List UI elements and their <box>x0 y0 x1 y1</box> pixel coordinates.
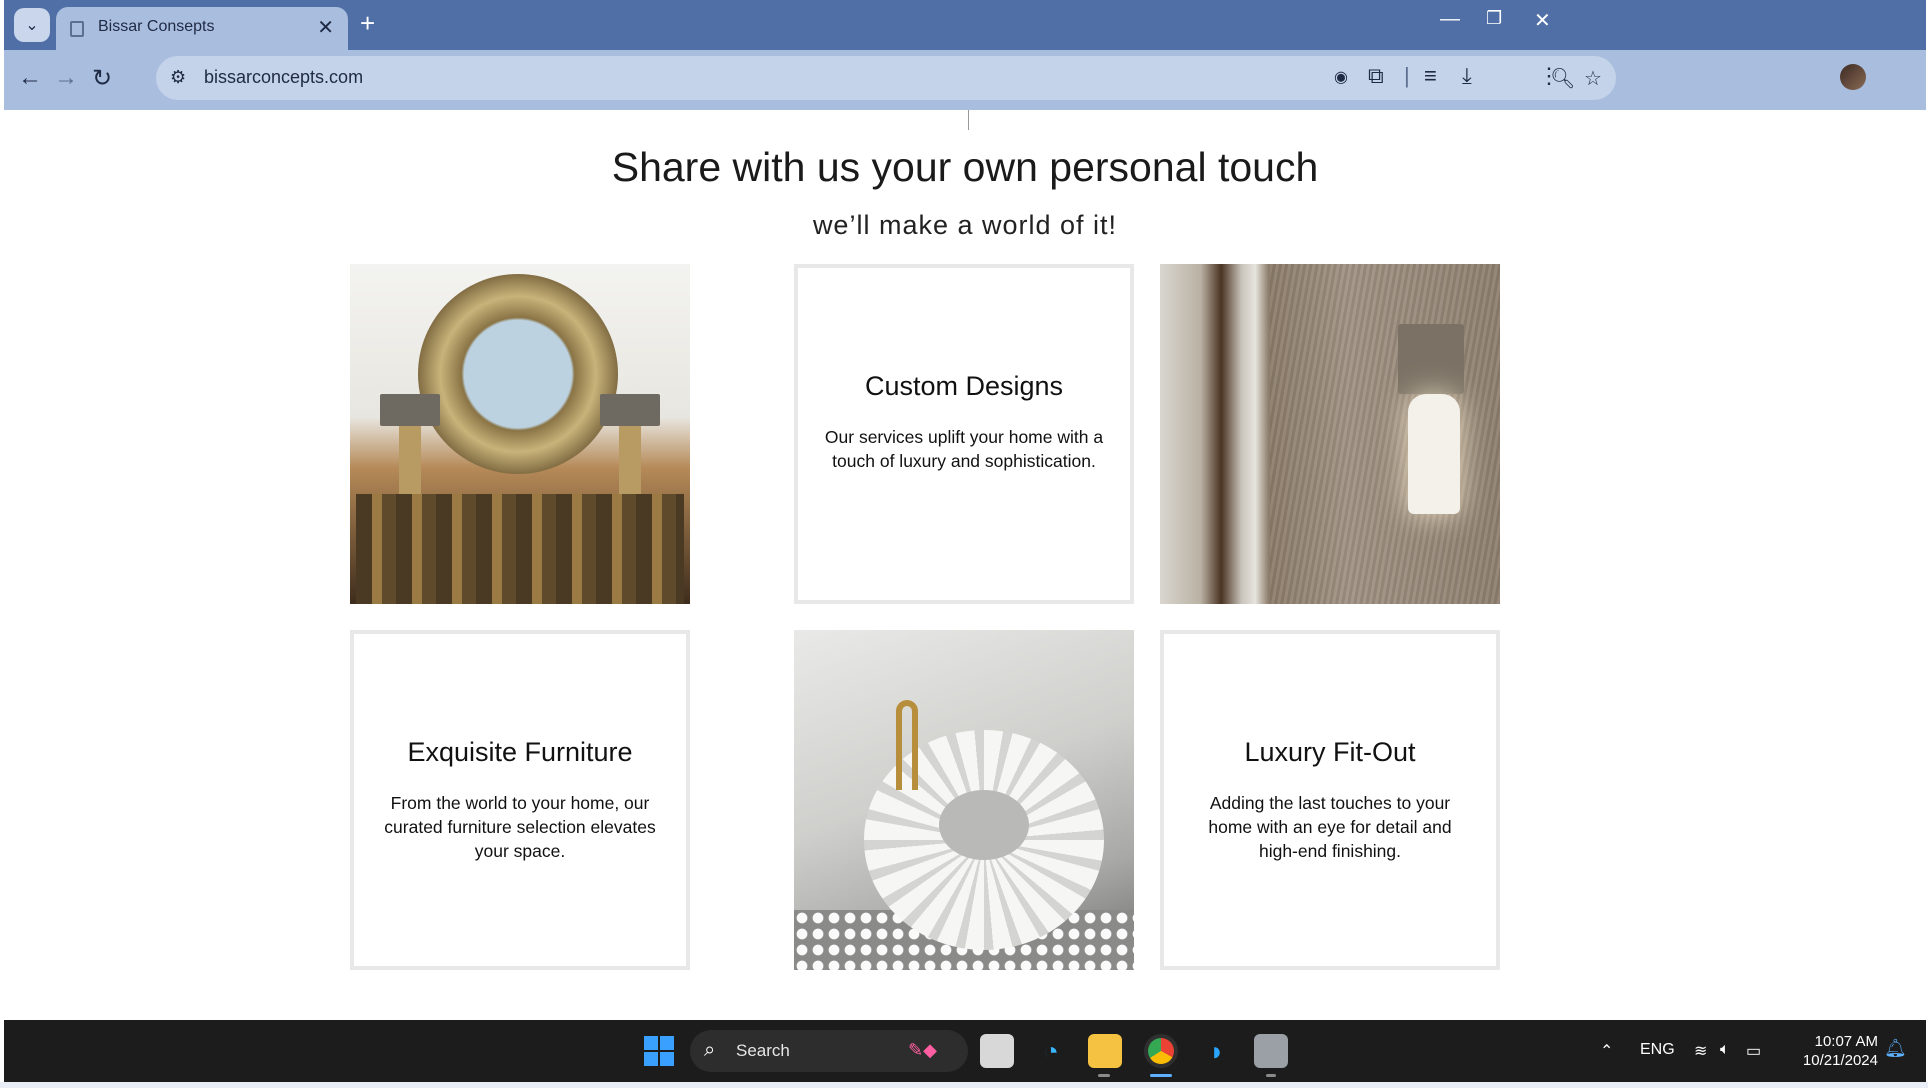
wifi-icon[interactable]: ≋ <box>1694 1041 1707 1061</box>
battery-icon[interactable]: ▭ <box>1746 1041 1761 1061</box>
remote-desktop-running-indicator <box>1266 1074 1276 1077</box>
tab-strip: ⌄ Bissar Consepts ✕ + — ❐ ✕ <box>4 0 1926 50</box>
browser-toolbar: ← → ↻ ⚙ bissarconcepts.com 🔍︎ ☆ ◉ ⧉ | ≡ … <box>4 50 1926 110</box>
card-luxury-fit-out: Luxury Fit-Out Adding the last touches t… <box>1160 630 1500 970</box>
chrome-active-indicator <box>1150 1074 1172 1077</box>
back-icon[interactable]: ← <box>18 64 42 92</box>
mirror-console-photo <box>350 264 690 604</box>
card-custom-designs: Custom Designs Our services uplift your … <box>794 264 1134 604</box>
mirror-shape <box>418 274 618 474</box>
tab-active[interactable]: Bissar Consepts ✕ <box>56 7 348 50</box>
screen-bottom-edge <box>0 1082 1928 1088</box>
forward-icon[interactable]: → <box>54 64 78 92</box>
extension-record-icon[interactable]: ◉ <box>1334 67 1348 87</box>
restore-icon[interactable]: ❐ <box>1486 8 1502 29</box>
tab-search-button[interactable]: ⌄ <box>14 8 50 42</box>
bookmark-star-icon[interactable]: ☆ <box>1584 66 1602 91</box>
card-title: Exquisite Furniture <box>407 737 633 767</box>
toolbar-divider: | <box>1404 63 1410 88</box>
url-text[interactable]: bissarconcepts.com <box>204 67 363 88</box>
language-indicator[interactable]: ENG <box>1640 1041 1675 1059</box>
menu-kebab-icon[interactable]: ⋮ <box>1538 63 1560 89</box>
clock-time: 10:07 AM <box>1814 1033 1878 1050</box>
address-bar[interactable]: ⚙ bissarconcepts.com 🔍︎ ☆ <box>156 56 1616 100</box>
lamp-shade-left <box>380 394 440 426</box>
card-exquisite-furniture: Exquisite Furniture From the world to yo… <box>350 630 690 970</box>
sconce-figure <box>1408 394 1460 514</box>
windows-start-icon[interactable] <box>644 1036 674 1066</box>
remote-desktop-icon[interactable] <box>1254 1034 1288 1068</box>
windows-taskbar: ⌕ Search ✎◆ ◔ ◗ ⌃ ENG ≋ 🔈︎ ▭ 10:07 AM 10… <box>4 1020 1926 1082</box>
app-blue-bird-icon[interactable]: ◗ <box>1200 1034 1234 1068</box>
edge-browser-icon[interactable]: ◔ <box>1034 1034 1068 1068</box>
marble-sink-photo <box>794 630 1134 970</box>
profile-avatar[interactable] <box>1840 64 1866 90</box>
close-icon[interactable]: ✕ <box>1534 8 1551 33</box>
card-title: Custom Designs <box>864 371 1064 401</box>
basin-bowl <box>939 790 1029 860</box>
tray-chevron-up-icon[interactable]: ⌃ <box>1600 1041 1613 1061</box>
lamp-base-right <box>619 426 641 496</box>
page-favicon-icon <box>70 21 84 37</box>
lamp-base-left <box>399 426 421 496</box>
chrome-logo <box>1148 1038 1174 1064</box>
gold-faucet <box>896 700 918 790</box>
task-view-icon[interactable] <box>980 1034 1014 1068</box>
reload-icon[interactable]: ↻ <box>92 64 112 93</box>
browser-window: ⌄ Bissar Consepts ✕ + — ❐ ✕ ← → ↻ ⚙ biss… <box>4 0 1926 1088</box>
file-explorer-running-indicator <box>1098 1074 1110 1077</box>
media-controls-icon[interactable]: ≡ <box>1424 63 1437 89</box>
clock-date: 10/21/2024 <box>1802 1052 1878 1069</box>
chevron-down-icon: ⌄ <box>25 17 39 34</box>
site-info-icon[interactable]: ⚙ <box>170 67 186 88</box>
search-icon: ⌕ <box>704 1039 716 1061</box>
section-heading: Share with us your own personal touch <box>611 144 1319 190</box>
card-description: Adding the last touches to your home wit… <box>1208 793 1452 861</box>
volume-icon[interactable]: 🔈︎ <box>1720 1041 1730 1059</box>
wall-sconce-photo <box>1160 264 1500 604</box>
notification-bell-icon[interactable]: 🔔︎ <box>1884 1038 1907 1059</box>
search-label: Search <box>736 1041 790 1060</box>
sconce-shade <box>1398 324 1464 394</box>
lamp-shade-right <box>600 394 660 426</box>
page-content: Share with us your own personal touch we… <box>4 110 1926 1020</box>
search-highlight-icon: ✎◆ <box>908 1040 937 1060</box>
card-description: Our services uplift your home with a tou… <box>824 427 1104 471</box>
console-cabinet <box>356 494 684 604</box>
taskbar-clock[interactable]: 10:07 AM 10/21/2024 <box>1790 1032 1878 1070</box>
card-title: Luxury Fit-Out <box>1244 737 1416 767</box>
new-tab-button[interactable]: + <box>360 8 375 39</box>
section-subheading: we’ll make a world of it! <box>812 210 1118 240</box>
download-icon[interactable]: ⤓ <box>1462 63 1472 89</box>
tab-close-icon[interactable]: ✕ <box>317 15 334 40</box>
card-description: From the world to your home, our curated… <box>384 793 656 861</box>
minimize-icon[interactable]: — <box>1440 8 1460 31</box>
tab-title: Bissar Consepts <box>98 18 215 35</box>
section-divider-line <box>968 110 969 130</box>
textured-wall <box>1270 264 1500 604</box>
taskbar-search[interactable]: ⌕ Search ✎◆ <box>690 1030 968 1072</box>
chrome-browser-icon[interactable] <box>1144 1034 1178 1068</box>
file-explorer-icon[interactable] <box>1088 1034 1122 1068</box>
extensions-puzzle-icon[interactable]: ⧉ <box>1368 63 1384 89</box>
